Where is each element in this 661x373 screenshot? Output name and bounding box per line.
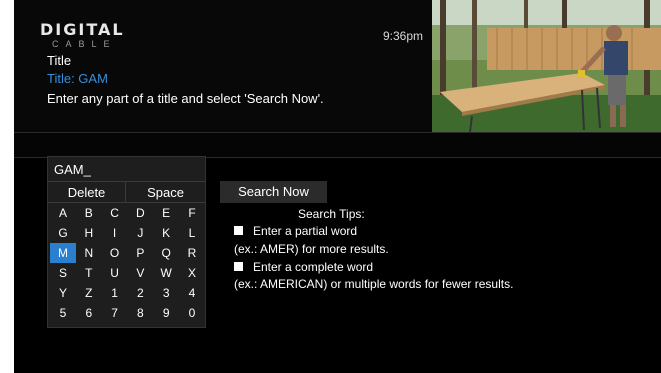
clock: 9:36pm — [383, 29, 424, 43]
checkbox-icon — [234, 262, 243, 272]
key-k[interactable]: K — [153, 223, 179, 243]
key-n[interactable]: N — [76, 243, 102, 263]
key-i[interactable]: I — [102, 223, 128, 243]
key-4[interactable]: 4 — [179, 283, 205, 303]
key-m[interactable]: M — [50, 243, 76, 263]
key-c[interactable]: C — [102, 203, 128, 223]
search-tips-heading: Search Tips: — [298, 207, 365, 221]
key-w[interactable]: W — [153, 263, 179, 283]
key-s[interactable]: S — [50, 263, 76, 283]
key-l[interactable]: L — [179, 223, 205, 243]
delete-button[interactable]: Delete — [48, 182, 126, 203]
key-e[interactable]: E — [153, 203, 179, 223]
logo-sub-text: CABLE — [52, 39, 117, 49]
tip-partial-word-example: (ex.: AMER) for more results. — [234, 242, 389, 256]
key-u[interactable]: U — [102, 263, 128, 283]
key-3[interactable]: 3 — [153, 283, 179, 303]
digital-cable-logo: DIGITAL CABLE — [40, 22, 125, 50]
key-r[interactable]: R — [179, 243, 205, 263]
key-7[interactable]: 7 — [102, 303, 128, 323]
search-now-button[interactable]: Search Now — [220, 181, 327, 203]
key-6[interactable]: 6 — [76, 303, 102, 323]
search-query-display: Title: GAM — [47, 71, 108, 86]
key-f[interactable]: F — [179, 203, 205, 223]
logo-main-text: DIGITAL — [40, 20, 125, 39]
key-h[interactable]: H — [76, 223, 102, 243]
onscreen-keyboard: GAM_ Delete Space ABCDEF GHIJKL MNOPQR STUV… — [47, 156, 206, 328]
key-0[interactable]: 0 — [179, 303, 205, 323]
key-1[interactable]: 1 — [102, 283, 128, 303]
key-j[interactable]: J — [127, 223, 153, 243]
key-2[interactable]: 2 — [127, 283, 153, 303]
key-o[interactable]: O — [102, 243, 128, 263]
key-t[interactable]: T — [76, 263, 102, 283]
tip-complete-word-label: Enter a complete word — [253, 260, 374, 274]
tip-partial-word-label: Enter a partial word — [253, 224, 358, 238]
checkbox-icon — [234, 226, 243, 236]
instruction-text: Enter any part of a title and select 'Se… — [47, 91, 324, 106]
key-q[interactable]: Q — [153, 243, 179, 263]
tip-partial-word: Enter a partial word — [234, 224, 357, 238]
key-p[interactable]: P — [127, 243, 153, 263]
key-d[interactable]: D — [127, 203, 153, 223]
header-panel: DIGITAL CABLE 9:36pm Title Title: GAM En… — [14, 0, 432, 132]
page-title: Title — [47, 53, 72, 68]
key-9[interactable]: 9 — [153, 303, 179, 323]
live-video-preview — [432, 0, 661, 132]
tv-screen: DIGITAL CABLE 9:36pm Title Title: GAM En… — [14, 0, 661, 373]
divider-band — [14, 132, 661, 158]
key-z[interactable]: Z — [76, 283, 102, 303]
space-button[interactable]: Space — [126, 182, 205, 203]
key-y[interactable]: Y — [50, 283, 76, 303]
key-b[interactable]: B — [76, 203, 102, 223]
key-8[interactable]: 8 — [127, 303, 153, 323]
key-x[interactable]: X — [179, 263, 205, 283]
key-v[interactable]: V — [127, 263, 153, 283]
key-g[interactable]: G — [50, 223, 76, 243]
key-5[interactable]: 5 — [50, 303, 76, 323]
keyboard-input-field[interactable]: GAM_ — [48, 157, 205, 182]
tip-complete-word-example: (ex.: AMERICAN) or multiple words for fe… — [234, 277, 514, 291]
tip-complete-word: Enter a complete word — [234, 260, 373, 274]
key-a[interactable]: A — [50, 203, 76, 223]
